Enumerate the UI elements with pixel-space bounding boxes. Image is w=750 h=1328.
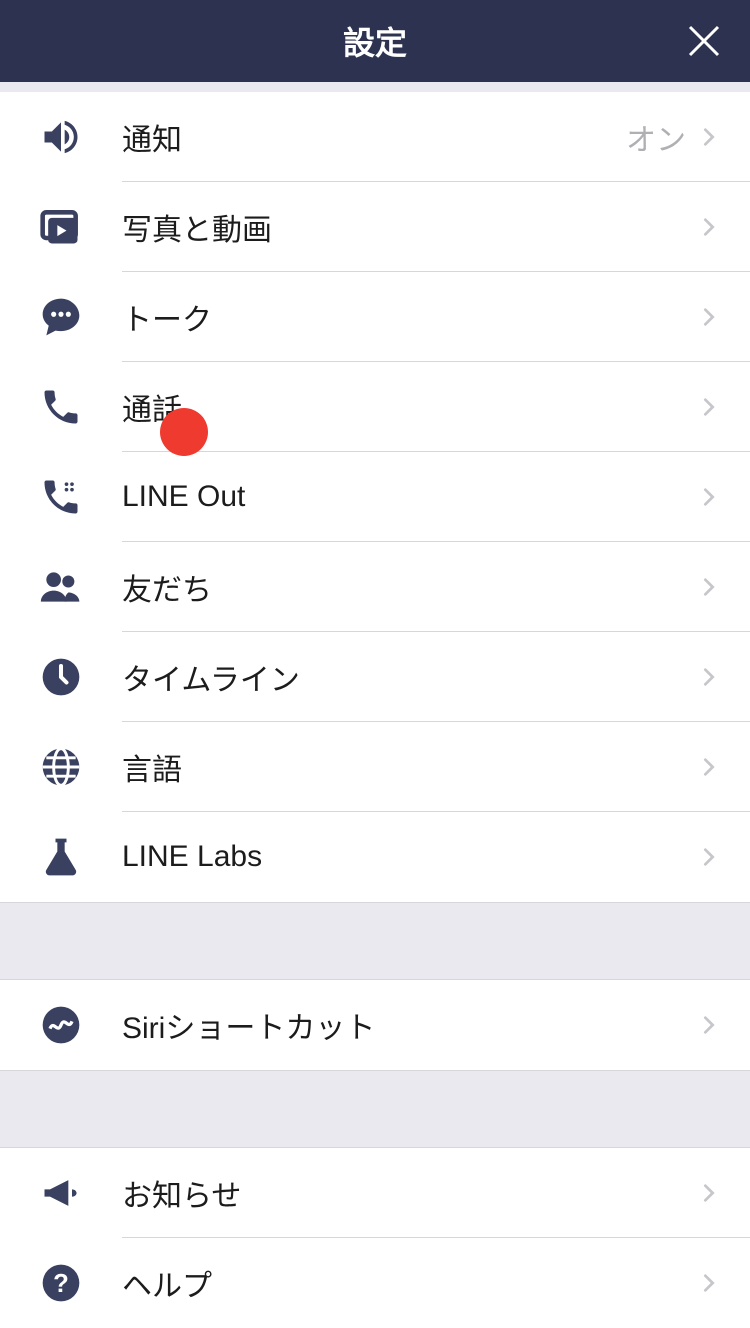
list-item-notifications[interactable]: 通知 オン (0, 92, 750, 182)
chevron-right-icon (698, 396, 720, 418)
chevron-right-icon (698, 306, 720, 328)
megaphone-icon (36, 1168, 86, 1218)
chevron-right-icon (698, 1014, 720, 1036)
settings-list-group1: 通知 オン 写真と動画 トーク 通話 LINE Out (0, 92, 750, 902)
list-item-help[interactable]: ? ヘルプ (0, 1238, 750, 1328)
svg-text:?: ? (53, 1270, 69, 1298)
list-item-timeline[interactable]: タイムライン (0, 632, 750, 722)
list-item-calls[interactable]: 通話 (0, 362, 750, 452)
list-item-label: LINE Labs (122, 840, 698, 874)
siri-icon (36, 1000, 86, 1050)
chat-icon (36, 292, 86, 342)
globe-icon (36, 742, 86, 792)
list-item-label: ヘルプ (122, 1261, 698, 1305)
list-item-label: 言語 (122, 745, 698, 789)
settings-list-group2: Siriショートカット (0, 980, 750, 1070)
list-item-label: Siriショートカット (122, 1003, 698, 1047)
list-item-label: 通知 (122, 115, 626, 159)
lineout-icon (36, 472, 86, 522)
settings-list-group3: お知らせ ? ヘルプ (0, 1148, 750, 1328)
chevron-right-icon (698, 1272, 720, 1294)
header: 設定 (0, 0, 750, 82)
clock-icon (36, 652, 86, 702)
list-item-label: 通話 (122, 385, 698, 429)
list-item-language[interactable]: 言語 (0, 722, 750, 812)
chevron-right-icon (698, 756, 720, 778)
speaker-icon (36, 112, 86, 162)
touch-indicator (160, 408, 208, 456)
media-icon (36, 202, 86, 252)
chevron-right-icon (698, 216, 720, 238)
page-title: 設定 (343, 18, 407, 64)
list-item-label: お知らせ (122, 1171, 698, 1215)
list-item-talk[interactable]: トーク (0, 272, 750, 362)
chevron-right-icon (698, 576, 720, 598)
list-item-photos-videos[interactable]: 写真と動画 (0, 182, 750, 272)
list-item-friends[interactable]: 友だち (0, 542, 750, 632)
section-divider (0, 1070, 750, 1148)
friends-icon (36, 562, 86, 612)
list-item-label: LINE Out (122, 480, 698, 514)
chevron-right-icon (698, 666, 720, 688)
list-item-label: トーク (122, 295, 698, 339)
list-item-siri[interactable]: Siriショートカット (0, 980, 750, 1070)
section-divider (0, 82, 750, 92)
list-item-lineout[interactable]: LINE Out (0, 452, 750, 542)
list-item-labs[interactable]: LINE Labs (0, 812, 750, 902)
list-item-label: 写真と動画 (122, 205, 698, 249)
section-divider (0, 902, 750, 980)
chevron-right-icon (698, 1182, 720, 1204)
chevron-right-icon (698, 126, 720, 148)
close-button[interactable] (684, 21, 724, 61)
list-item-announcements[interactable]: お知らせ (0, 1148, 750, 1238)
list-item-label: 友だち (122, 565, 698, 609)
chevron-right-icon (698, 846, 720, 868)
list-item-value: オン (626, 115, 686, 159)
phone-icon (36, 382, 86, 432)
close-icon (686, 23, 722, 59)
flask-icon (36, 832, 86, 882)
help-icon: ? (36, 1258, 86, 1308)
list-item-label: タイムライン (122, 655, 698, 699)
chevron-right-icon (698, 486, 720, 508)
